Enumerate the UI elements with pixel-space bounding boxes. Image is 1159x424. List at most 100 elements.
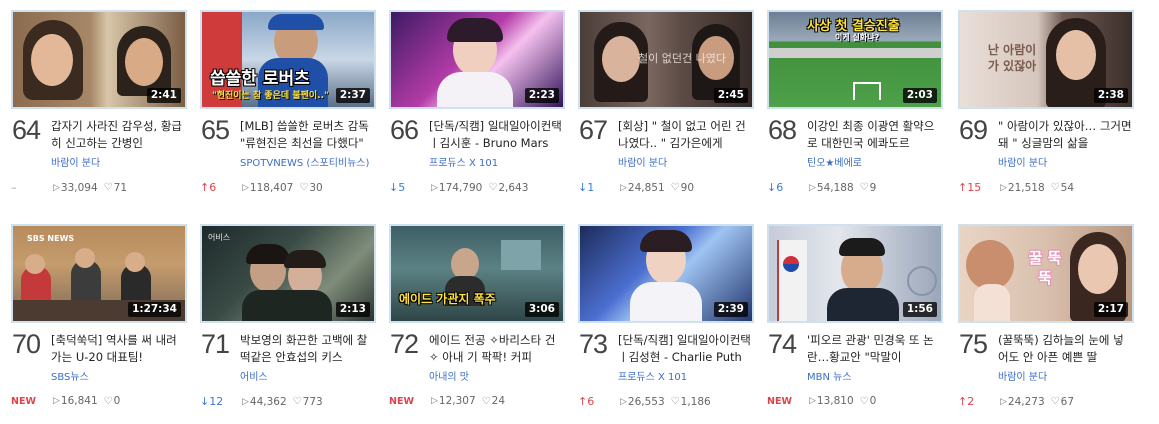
video-thumbnail[interactable]: 난 아람이가 있잖아 2:38	[958, 10, 1134, 109]
channel-link[interactable]: 프로듀스 X 101	[429, 154, 565, 169]
rank-change: NEW	[11, 395, 36, 407]
like-count: 0	[113, 395, 121, 407]
video-title-link[interactable]: 이강인 최종 이광연 활약으로 대한민국 에콰도르	[807, 118, 943, 152]
video-card[interactable]: 1:56 74 '피오르 관광' 민경욱 또 논란…황교안 "막말이 MBN 뉴…	[767, 224, 943, 424]
rank-change: ↑15	[958, 181, 982, 194]
rank-change: NEW	[767, 395, 792, 407]
video-thumbnail[interactable]: 에이드 가관지 폭주 3:06	[389, 224, 565, 323]
video-card[interactable]: 씁쓸한 로버츠 "현진이는 참 좋은데 불펜이.." 2:37 65 [MLB]…	[200, 10, 376, 210]
view-count: 44,362	[249, 395, 287, 408]
heart-icon: ♡	[1050, 182, 1060, 193]
view-count: 21,518	[1007, 181, 1045, 194]
video-title-link[interactable]: [MLB] 씁쓸한 로버츠 감독 "류현진은 최선을 다했다"	[240, 118, 376, 152]
heart-icon: ♡	[103, 395, 113, 407]
video-card[interactable]: 2:41 64 갑자기 사라진 감우성, 황급히 신고하는 간병인 바람이 분다…	[11, 10, 187, 210]
channel-link[interactable]: 어비스	[240, 368, 376, 383]
video-thumbnail[interactable]: 꿀 뚝뚝 2:17	[958, 224, 1134, 323]
video-duration: 2:39	[713, 302, 748, 317]
channel-link[interactable]: 바람이 분다	[51, 154, 187, 169]
channel-link[interactable]: 틴오★베에로	[807, 154, 943, 169]
channel-link[interactable]: 바람이 분다	[618, 154, 754, 169]
play-icon: ▷	[242, 182, 249, 193]
video-thumbnail[interactable]: 사상 첫 결승진출 이게 실화냐? 2:03	[767, 10, 943, 109]
play-icon: ▷	[809, 396, 816, 406]
channel-link[interactable]: 바람이 분다	[998, 368, 1134, 383]
video-thumbnail[interactable]: SBS NEWS 1:27:34	[11, 224, 187, 323]
play-icon: ▷	[431, 396, 438, 406]
rank-change: ↓1	[578, 181, 595, 194]
video-stats: ↑15 ▷ 21,518 ♡ 54	[958, 181, 1134, 194]
video-title-link[interactable]: [회상] " 철이 없고 어린 건 나였다.. " 김가은에게	[618, 118, 754, 152]
rank-number: 64	[12, 115, 41, 145]
video-title-link[interactable]: '피오르 관광' 민경욱 또 논란…황교안 "막말이	[807, 332, 943, 366]
video-title-link[interactable]: (꿀뚝뚝) 김하늘의 눈에 넣어도 안 아픈 예쁜 딸	[998, 332, 1134, 366]
thumbnail-subcaption: "현진이는 참 좋은데 불펜이.."	[212, 91, 329, 101]
rank-number: 68	[768, 115, 797, 145]
rank-change: ↓6	[767, 181, 784, 194]
heart-icon: ♡	[859, 182, 869, 193]
video-card[interactable]: SBS NEWS 1:27:34 70 [축덕쑥덕] 역사를 써 내려가는 U-…	[11, 224, 187, 424]
like-count: 67	[1060, 395, 1075, 408]
video-thumbnail[interactable]: 씁쓸한 로버츠 "현진이는 참 좋은데 불펜이.." 2:37	[200, 10, 376, 109]
thumbnail-caption: 꿀 뚝뚝	[1028, 249, 1062, 287]
channel-link[interactable]: 바람이 분다	[998, 154, 1134, 169]
video-card[interactable]: 2:39 73 [단독/직캠] 일대일아이컨택ㅣ김성현 - Charlie Pu…	[578, 224, 754, 424]
video-card[interactable]: 난 아람이가 있잖아 2:38 69 " 아람이가 있잖아… 그거면 돼 " 싱…	[958, 10, 1134, 210]
video-title-link[interactable]: 에이드 전공 ✧바리스타 건✧ 아내 기 팍팍! 커피	[429, 332, 565, 366]
rank-change: ↑6	[578, 395, 595, 408]
rank-number: 69	[959, 115, 988, 145]
play-icon: ▷	[53, 396, 60, 406]
video-title-link[interactable]: 박보영의 화끈한 고백에 찰떡같은 안효섭의 키스	[240, 332, 376, 366]
rank-number: 72	[390, 329, 419, 359]
like-count: 2,643	[498, 181, 529, 194]
channel-link[interactable]: SBS뉴스	[51, 368, 187, 383]
video-stats: ↓12 ▷ 44,362 ♡ 773	[200, 395, 376, 408]
video-title-link[interactable]: [단독/직캠] 일대일아이컨택ㅣ김시훈 - Bruno Mars	[429, 118, 565, 152]
view-count: 16,841	[60, 395, 98, 407]
heart-icon: ♡	[670, 396, 680, 407]
video-duration: 2:17	[1093, 302, 1128, 317]
thumbnail-subcaption: 이게 실화냐?	[835, 33, 880, 42]
thumbnail-caption: 철이 없던건 나였다	[638, 52, 726, 65]
video-card[interactable]: 꿀 뚝뚝 2:17 75 (꿀뚝뚝) 김하늘의 눈에 넣어도 안 아픈 예쁜 딸…	[958, 224, 1134, 424]
view-count: 24,273	[1007, 395, 1045, 408]
heart-icon: ♡	[1050, 396, 1060, 407]
video-card[interactable]: 2:23 66 [단독/직캠] 일대일아이컨택ㅣ김시훈 - Bruno Mars…	[389, 10, 565, 210]
channel-link[interactable]: SPOTVNEWS (스포티비뉴스)	[240, 154, 376, 169]
video-stats: NEW ▷ 13,810 ♡ 0	[767, 395, 943, 407]
video-thumbnail[interactable]: 2:23	[389, 10, 565, 109]
video-card[interactable]: 에이드 가관지 폭주 3:06 72 에이드 전공 ✧바리스타 건✧ 아내 기 …	[389, 224, 565, 424]
channel-link[interactable]: 프로듀스 X 101	[618, 368, 754, 383]
video-thumbnail[interactable]: 2:41	[11, 10, 187, 109]
thumbnail-caption: SBS NEWS	[27, 234, 75, 243]
video-card[interactable]: 사상 첫 결승진출 이게 실화냐? 2:03 68 이강인 최종 이광연 활약으…	[767, 10, 943, 210]
rank-change: NEW	[389, 395, 414, 407]
rank-change: ↓12	[200, 395, 224, 408]
video-stats: ↓6 ▷ 54,188 ♡ 9	[767, 181, 943, 194]
heart-icon: ♡	[481, 395, 491, 407]
video-thumbnail[interactable]: 1:56	[767, 224, 943, 323]
video-thumbnail[interactable]: 철이 없던건 나였다 2:45	[578, 10, 754, 109]
video-thumbnail[interactable]: 어비스 2:13	[200, 224, 376, 323]
view-count: 174,790	[438, 181, 483, 194]
like-count: 30	[309, 181, 323, 194]
video-duration: 2:37	[335, 88, 370, 103]
video-thumbnail[interactable]: 2:39	[578, 224, 754, 323]
video-title-link[interactable]: 갑자기 사라진 감우성, 황급히 신고하는 간병인	[51, 118, 187, 152]
video-duration: 1:27:34	[128, 302, 181, 317]
heart-icon: ♡	[292, 396, 302, 407]
view-count: 13,810	[816, 395, 854, 407]
video-ranking-grid: 2:41 64 갑자기 사라진 감우성, 황급히 신고하는 간병인 바람이 분다…	[0, 0, 1159, 422]
heart-icon: ♡	[488, 182, 498, 193]
video-card[interactable]: 철이 없던건 나였다 2:45 67 [회상] " 철이 없고 어린 건 나였다…	[578, 10, 754, 210]
view-count: 118,407	[249, 181, 294, 194]
video-title-link[interactable]: [단독/직캠] 일대일아이컨택ㅣ김성현 - Charlie Puth	[618, 332, 754, 366]
video-title-link[interactable]: " 아람이가 있잖아… 그거면 돼 " 싱글맘의 삶을	[998, 118, 1134, 152]
video-title-link[interactable]: [축덕쑥덕] 역사를 써 내려가는 U-20 대표팀!	[51, 332, 187, 366]
thumbnail-caption: 난 아람이가 있잖아	[987, 43, 1037, 73]
video-duration: 2:13	[335, 302, 370, 317]
heart-icon: ♡	[299, 182, 309, 193]
video-card[interactable]: 어비스 2:13 71 박보영의 화끈한 고백에 찰떡같은 안효섭의 키스 어비…	[200, 224, 376, 424]
channel-link[interactable]: 아내의 맛	[429, 368, 565, 383]
channel-link[interactable]: MBN 뉴스	[807, 368, 943, 383]
